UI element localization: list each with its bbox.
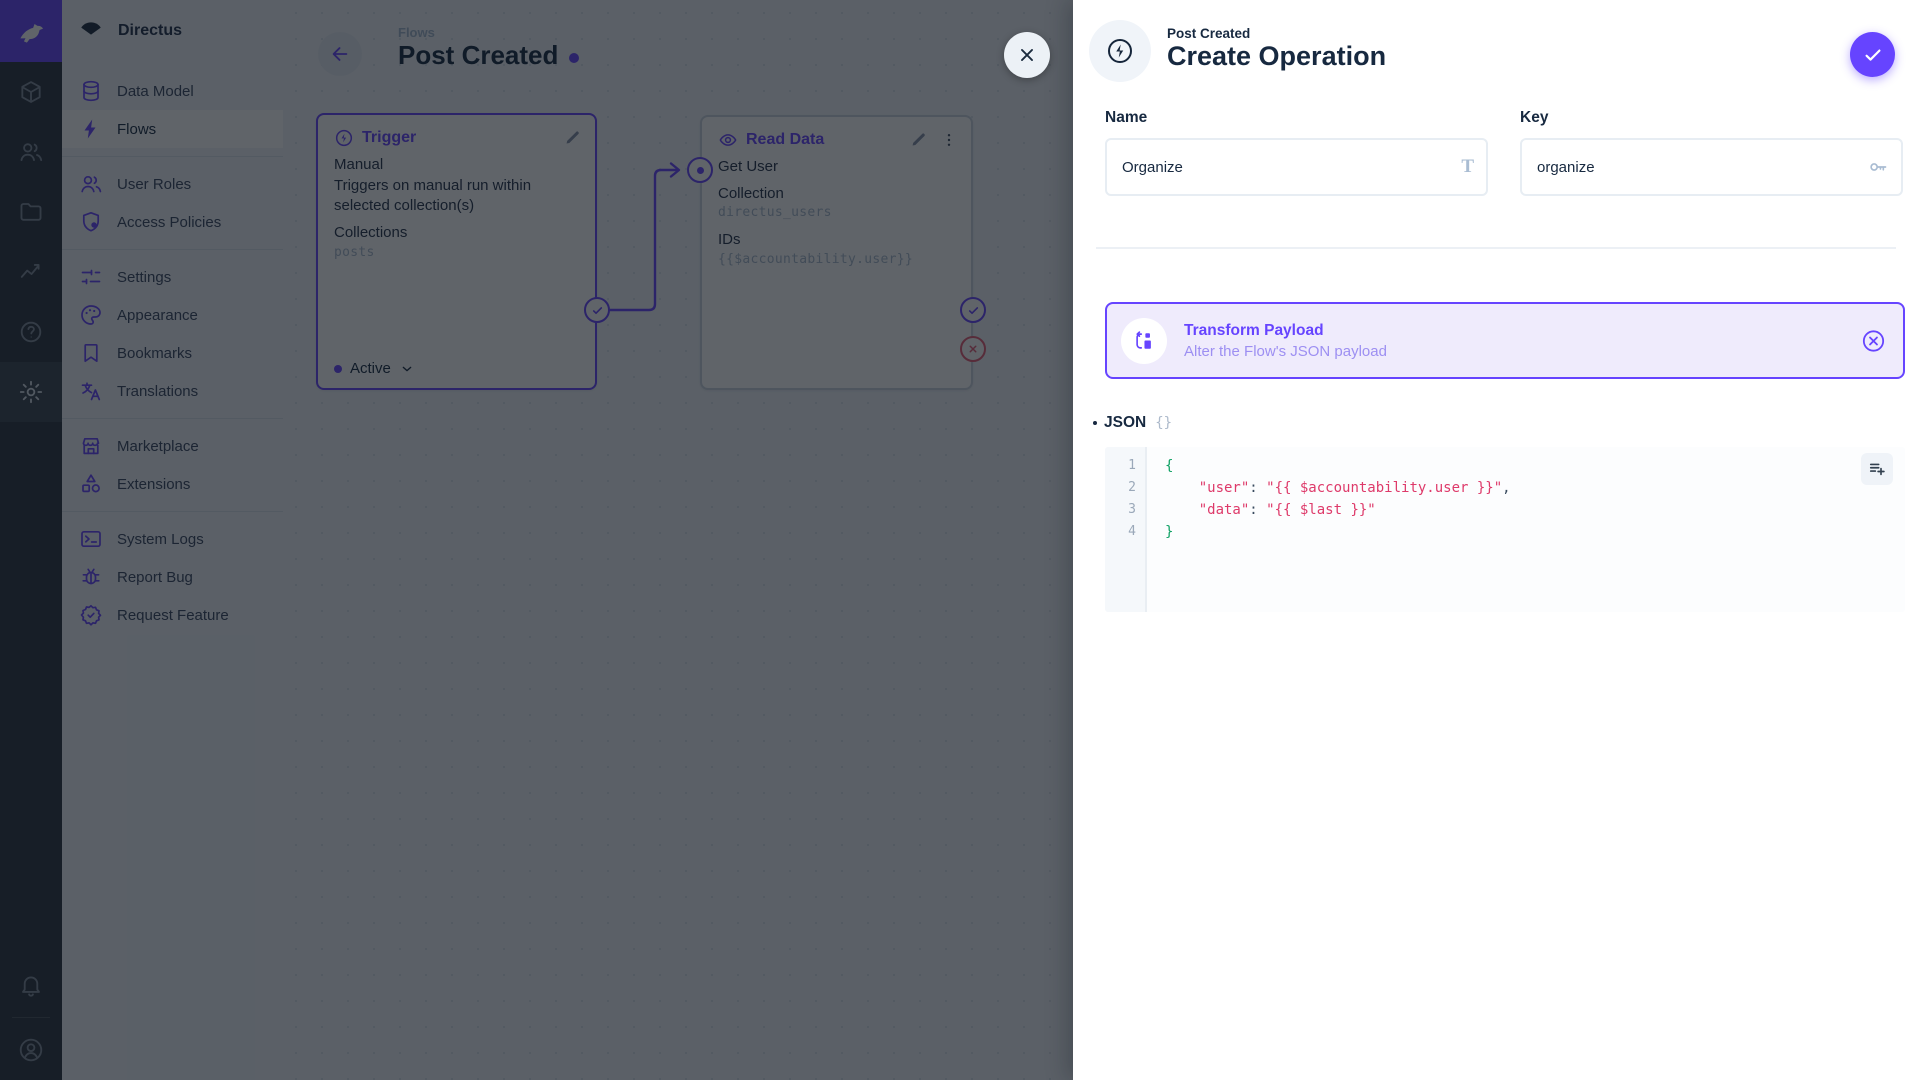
code-line: "data": "{{ $last }}" (1198, 502, 1376, 518)
code-lines: { "user": "{{ $accountability.user }}", … (1165, 455, 1905, 543)
line-number: 4 (1128, 524, 1136, 539)
name-field-label: Name (1105, 109, 1148, 126)
code-area[interactable]: { "user": "{{ $accountability.user }}", … (1147, 447, 1905, 612)
drawer-close-button[interactable] (1004, 32, 1050, 78)
code-line: } (1165, 524, 1174, 540)
line-number-gutter: 1 2 3 4 (1105, 447, 1147, 612)
modal-overlay[interactable] (0, 0, 1073, 1080)
name-field-group: Name T (1105, 109, 1488, 196)
insert-variable-button[interactable] (1861, 453, 1893, 485)
key-input[interactable] (1520, 138, 1903, 196)
remove-operation-icon[interactable] (1860, 327, 1887, 354)
line-number: 2 (1128, 480, 1136, 495)
close-icon (1016, 44, 1038, 66)
key-field-group: Key (1520, 109, 1903, 196)
name-input[interactable] (1105, 138, 1488, 196)
key-field-label: Key (1520, 109, 1549, 126)
key-icon (1867, 156, 1889, 178)
drawer-header-icon-circle (1089, 20, 1151, 82)
bolt-circle-icon (1105, 36, 1135, 66)
code-line: { (1165, 458, 1174, 474)
json-field-label: JSON (1104, 414, 1147, 431)
banner-subtitle: Alter the Flow's JSON payload (1184, 342, 1387, 360)
drawer-title: Create Operation (1167, 41, 1387, 71)
json-code-editor[interactable]: 1 2 3 4 { "user": "{{ $accountability.user … (1105, 447, 1905, 612)
banner-title: Transform Payload (1184, 321, 1324, 339)
check-icon (1862, 44, 1884, 66)
drawer-breadcrumb: Post Created (1167, 26, 1251, 41)
save-operation-button[interactable] (1850, 32, 1895, 77)
transform-icon (1121, 317, 1167, 364)
braces-icon: {} (1155, 415, 1173, 431)
line-number: 3 (1128, 502, 1136, 517)
title-formatter-icon[interactable]: T (1461, 156, 1474, 178)
create-operation-drawer: Post Created Create Operation Name T Key… (1073, 0, 1920, 1080)
line-number: 1 (1128, 458, 1136, 473)
drawer-divider (1096, 247, 1896, 249)
playlist-add-icon (1867, 459, 1887, 479)
modified-dot (1093, 421, 1097, 425)
transform-payload-banner[interactable]: Transform Payload Alter the Flow's JSON … (1105, 302, 1905, 379)
code-line: "user": "{{ $accountability.user }}", (1198, 480, 1511, 496)
json-field-header: JSON {} (1093, 413, 1172, 433)
